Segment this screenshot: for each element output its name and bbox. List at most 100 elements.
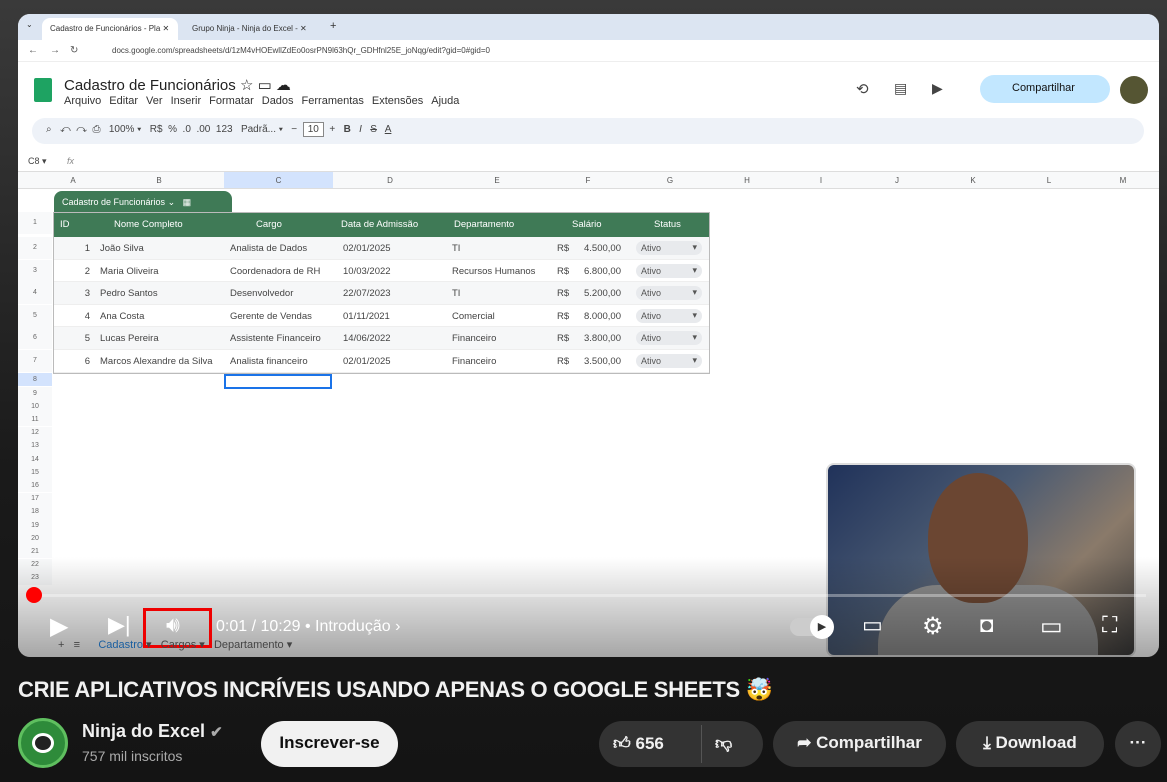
- row-header[interactable]: 10: [18, 400, 52, 414]
- formula-bar[interactable]: C8 ▾ fx: [18, 152, 1159, 172]
- row-header[interactable]: 1: [18, 212, 52, 234]
- row-header[interactable]: 20: [18, 532, 52, 546]
- row-header[interactable]: 18: [18, 505, 52, 519]
- share-button[interactable]: Compartilhar: [980, 75, 1110, 103]
- col-l[interactable]: L: [1011, 176, 1087, 185]
- table-row[interactable]: 5 Lucas Pereira Assistente Financeiro 14/06…: [54, 327, 709, 350]
- status-dropdown[interactable]: Ativo ▾: [636, 286, 702, 301]
- row-header[interactable]: 19: [18, 519, 52, 532]
- bold-icon[interactable]: B: [344, 124, 351, 135]
- col-a[interactable]: A: [52, 176, 94, 185]
- search-icon[interactable]: ⌕: [46, 124, 52, 135]
- col-h[interactable]: H: [711, 176, 783, 185]
- table-name-chip[interactable]: Cadastro de Funcionários ⌄ ▦: [54, 191, 232, 212]
- status-dropdown[interactable]: Ativo ▾: [636, 308, 702, 323]
- back-icon[interactable]: ←: [28, 45, 38, 56]
- download-button[interactable]: ⤓ Download: [956, 721, 1104, 767]
- font-size-input[interactable]: 10: [302, 122, 324, 137]
- forward-icon[interactable]: →: [50, 45, 60, 56]
- autoplay-toggle[interactable]: ▶: [790, 615, 834, 639]
- subscribe-button[interactable]: Inscrever-se: [261, 721, 398, 767]
- zoom-select[interactable]: 100%: [109, 124, 135, 135]
- row-header[interactable]: 5: [18, 305, 52, 327]
- more-actions-button[interactable]: ···: [1115, 721, 1161, 767]
- sheet-tab-departamento[interactable]: Departamento: [214, 639, 284, 651]
- name-box[interactable]: C8: [28, 156, 40, 166]
- table-row[interactable]: 6 Marcos Alexandre da Silva Analista finan…: [54, 350, 709, 373]
- document-title[interactable]: Cadastro de Funcionários ☆ ▭ ☁: [64, 76, 291, 94]
- play-icon[interactable]: ▶: [50, 612, 68, 641]
- redo-icon[interactable]: ↷: [76, 124, 87, 135]
- header-nome[interactable]: Nome Completo: [114, 219, 183, 230]
- menu-editar[interactable]: Editar: [109, 95, 138, 107]
- status-dropdown[interactable]: Ativo ▾: [636, 331, 702, 346]
- chapter-button[interactable]: • Introdução: [305, 618, 391, 635]
- header-data[interactable]: Data de Admissão: [341, 219, 418, 230]
- menu-extensoes[interactable]: Extensões: [372, 95, 423, 107]
- tab-list-icon[interactable]: ⌄: [26, 20, 33, 29]
- browser-tab-sheets[interactable]: Cadastro de Funcionários - Pla ✕: [42, 18, 178, 40]
- theater-icon[interactable]: ▭: [1040, 612, 1063, 641]
- fullscreen-icon[interactable]: ⛶: [1102, 612, 1117, 638]
- row-header[interactable]: 7: [18, 350, 52, 372]
- menu-arquivo[interactable]: Arquivo: [64, 95, 101, 107]
- selected-cell-c8[interactable]: [224, 374, 332, 389]
- col-e[interactable]: E: [447, 176, 547, 185]
- strikethrough-icon[interactable]: S: [370, 124, 377, 135]
- row-header[interactable]: 9: [18, 387, 52, 400]
- text-color-icon[interactable]: A: [385, 124, 392, 135]
- history-icon[interactable]: ⟲: [856, 80, 869, 98]
- print-icon[interactable]: ⎙: [92, 124, 100, 135]
- progress-bar[interactable]: [30, 594, 1146, 597]
- font-select[interactable]: Padrã...: [241, 124, 276, 135]
- channel-avatar[interactable]: [18, 718, 68, 768]
- avatar[interactable]: [1120, 76, 1148, 104]
- comment-icon[interactable]: ▤: [894, 80, 907, 97]
- menu-ferramentas[interactable]: Ferramentas: [302, 95, 364, 107]
- row-header[interactable]: 8: [18, 373, 52, 386]
- header-status[interactable]: Status: [654, 219, 681, 230]
- new-tab-icon[interactable]: +: [330, 20, 336, 32]
- col-d[interactable]: D: [333, 176, 447, 185]
- col-b[interactable]: B: [94, 176, 224, 185]
- row-header[interactable]: 2: [18, 237, 52, 259]
- header-id[interactable]: ID: [60, 219, 70, 230]
- video-player[interactable]: ⌄ Cadastro de Funcionários - Pla ✕ Grupo…: [18, 14, 1159, 657]
- currency-button[interactable]: R$: [150, 124, 163, 135]
- table-row[interactable]: 3 Pedro Santos Desenvolvedor 22/07/2023 TI R$…: [54, 282, 709, 305]
- row-header[interactable]: 6: [18, 327, 52, 349]
- col-m[interactable]: M: [1087, 176, 1159, 185]
- header-departamento[interactable]: Departamento: [454, 219, 514, 230]
- subtitles-icon[interactable]: ▭: [862, 612, 883, 638]
- menu-ver[interactable]: Ver: [146, 95, 163, 107]
- folder-icon[interactable]: ▭: [258, 77, 272, 94]
- status-dropdown[interactable]: Ativo ▾: [636, 353, 702, 368]
- col-g[interactable]: G: [629, 176, 711, 185]
- menu-formatar[interactable]: Formatar: [209, 95, 254, 107]
- italic-icon[interactable]: I: [359, 124, 362, 135]
- dislike-icon[interactable]: 👎︎: [715, 733, 732, 754]
- header-cargo[interactable]: Cargo: [256, 219, 282, 230]
- row-header[interactable]: 14: [18, 453, 52, 466]
- share-video-button[interactable]: ➦ Compartilhar: [773, 721, 946, 767]
- like-button[interactable]: 👍︎ 656: [613, 734, 664, 753]
- miniplayer-icon[interactable]: ◘: [980, 612, 993, 638]
- row-header[interactable]: 15: [18, 466, 52, 480]
- undo-icon[interactable]: ↶: [60, 124, 71, 135]
- status-dropdown[interactable]: Ativo ▾: [636, 263, 702, 278]
- header-salario[interactable]: Salário: [572, 219, 602, 230]
- status-dropdown[interactable]: Ativo ▾: [636, 241, 702, 255]
- menu-dados[interactable]: Dados: [262, 95, 294, 107]
- table-row[interactable]: 2 Maria Oliveira Coordenadora de RH 10/03/2…: [54, 260, 709, 283]
- col-f[interactable]: F: [547, 176, 629, 185]
- col-i[interactable]: I: [783, 176, 859, 185]
- scrubber-handle[interactable]: [26, 587, 42, 603]
- menu-inserir[interactable]: Inserir: [171, 95, 202, 107]
- row-header[interactable]: 17: [18, 492, 52, 506]
- number-format-button[interactable]: 123: [216, 124, 233, 135]
- row-header[interactable]: 11: [18, 413, 52, 427]
- sheet-tab-cargos[interactable]: Cargos: [161, 639, 196, 651]
- percent-button[interactable]: %: [168, 124, 177, 135]
- row-header[interactable]: 4: [18, 282, 52, 304]
- row-header[interactable]: 12: [18, 426, 52, 440]
